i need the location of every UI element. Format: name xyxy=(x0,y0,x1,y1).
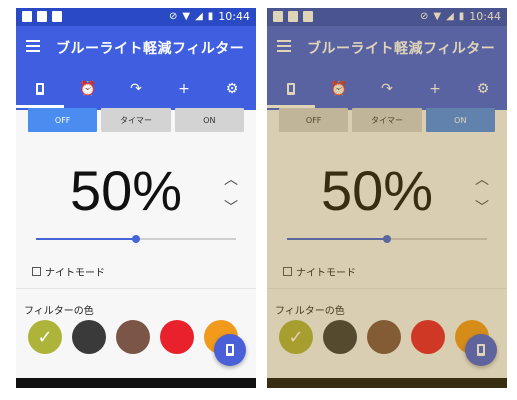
location-icon xyxy=(52,11,62,22)
tab-alarm[interactable]: ⏰ xyxy=(315,70,363,108)
tab-bar: ⏰ ↷ + ⚙ xyxy=(267,70,507,108)
filter-colors-label: フィルターの色 xyxy=(24,306,94,317)
divider xyxy=(267,288,507,289)
gear-icon: ⚙ xyxy=(225,81,239,97)
color-swatches: ✓ xyxy=(279,320,489,354)
mode-buttons: OFF タイマー ON xyxy=(28,108,244,132)
color-swatch[interactable] xyxy=(411,320,445,354)
off-button[interactable]: OFF xyxy=(279,108,349,132)
status-bar: ⊘ ▼ ◢ ▮ 10:44 xyxy=(267,8,507,26)
alarm-icon: ⏰ xyxy=(330,81,348,97)
night-mode-checkbox[interactable] xyxy=(32,267,41,276)
night-mode-label: ナイトモード xyxy=(45,268,105,279)
chevron-up-icon[interactable]: ︿ xyxy=(224,166,238,194)
filter-colors-label: フィルターの色 xyxy=(275,306,345,317)
percent-display: 50% xyxy=(69,159,183,222)
plus-icon: + xyxy=(178,81,190,97)
wifi-icon: ▼ xyxy=(433,11,442,22)
night-mode-row[interactable]: ナイトモード xyxy=(283,264,356,279)
do-not-disturb-icon: ⊘ xyxy=(419,11,429,22)
tab-add[interactable]: + xyxy=(411,70,459,108)
page-title: ブルーライト軽減フィルター xyxy=(307,41,496,57)
on-button[interactable]: ON xyxy=(174,108,244,132)
slider-fill xyxy=(287,238,387,240)
status-bar: ⊘ ▼ ◢ ▮ 10:44 xyxy=(16,8,256,26)
phone-icon xyxy=(287,83,295,95)
redo-icon: ↷ xyxy=(130,81,142,97)
notification-icon xyxy=(37,11,47,22)
tab-filter[interactable] xyxy=(267,70,315,108)
slider-handle[interactable] xyxy=(383,235,391,243)
navigation-bar xyxy=(16,378,256,388)
timer-button[interactable]: タイマー xyxy=(101,108,171,132)
color-swatch[interactable] xyxy=(160,320,194,354)
battery-icon: ▮ xyxy=(207,11,214,22)
percent-stepper: ︿ ﹀ xyxy=(224,166,238,222)
do-not-disturb-icon: ⊘ xyxy=(168,11,178,22)
phone-icon xyxy=(477,344,485,356)
app-bar: ブルーライト軽減フィルター ⏰ ↷ + ⚙ xyxy=(16,26,256,110)
check-icon: ✓ xyxy=(288,326,304,348)
page-title: ブルーライト軽減フィルター xyxy=(56,41,245,57)
gear-icon: ⚙ xyxy=(476,81,490,97)
percent-stepper: ︿ ﹀ xyxy=(475,166,489,222)
percent-display: 50% xyxy=(320,159,434,222)
notification-icon xyxy=(22,11,32,22)
notification-icon xyxy=(273,11,283,22)
redo-icon: ↷ xyxy=(381,81,393,97)
tab-add[interactable]: + xyxy=(160,70,208,108)
night-mode-row[interactable]: ナイトモード xyxy=(32,264,105,279)
tab-settings[interactable]: ⚙ xyxy=(208,70,256,108)
phone-screen-on: ⊘ ▼ ◢ ▮ 10:44 ブルーライト軽減フィルター ⏰ ↷ + ⚙ OFF … xyxy=(267,8,507,388)
alarm-icon: ⏰ xyxy=(79,81,97,97)
status-time: 10:44 xyxy=(218,10,250,23)
phone-screen-off: ⊘ ▼ ◢ ▮ 10:44 ブルーライト軽減フィルター ⏰ ↷ + ⚙ OFF … xyxy=(16,8,256,388)
color-swatch[interactable] xyxy=(116,320,150,354)
color-swatch[interactable] xyxy=(323,320,357,354)
fab-button[interactable] xyxy=(214,334,246,366)
intensity-slider[interactable] xyxy=(287,235,487,243)
on-button[interactable]: ON xyxy=(425,108,495,132)
night-mode-label: ナイトモード xyxy=(296,268,356,279)
color-swatches: ✓ xyxy=(28,320,238,354)
color-swatch[interactable] xyxy=(72,320,106,354)
notification-icon xyxy=(288,11,298,22)
tab-redo[interactable]: ↷ xyxy=(112,70,160,108)
wifi-icon: ▼ xyxy=(182,11,191,22)
intensity-slider[interactable] xyxy=(36,235,236,243)
phone-icon xyxy=(36,83,44,95)
tab-settings[interactable]: ⚙ xyxy=(459,70,507,108)
slider-handle[interactable] xyxy=(132,235,140,243)
phone-icon xyxy=(226,344,234,356)
mode-buttons: OFF タイマー ON xyxy=(279,108,495,132)
status-time: 10:44 xyxy=(469,10,501,23)
off-button[interactable]: OFF xyxy=(28,108,98,132)
color-swatch[interactable] xyxy=(367,320,401,354)
divider xyxy=(16,288,256,289)
color-swatch[interactable]: ✓ xyxy=(279,320,313,354)
tab-redo[interactable]: ↷ xyxy=(363,70,411,108)
app-bar: ブルーライト軽減フィルター ⏰ ↷ + ⚙ xyxy=(267,26,507,110)
fab-button[interactable] xyxy=(465,334,497,366)
slider-fill xyxy=(36,238,136,240)
chevron-up-icon[interactable]: ︿ xyxy=(475,166,489,194)
night-mode-checkbox[interactable] xyxy=(283,267,292,276)
navigation-bar xyxy=(267,378,507,388)
tab-bar: ⏰ ↷ + ⚙ xyxy=(16,70,256,108)
color-swatch[interactable]: ✓ xyxy=(28,320,62,354)
check-icon: ✓ xyxy=(37,326,53,348)
signal-icon: ◢ xyxy=(446,11,454,22)
signal-icon: ◢ xyxy=(195,11,203,22)
tab-filter[interactable] xyxy=(16,70,64,108)
plus-icon: + xyxy=(429,81,441,97)
chevron-down-icon[interactable]: ﹀ xyxy=(475,194,489,222)
menu-icon[interactable] xyxy=(26,40,40,52)
battery-icon: ▮ xyxy=(458,11,465,22)
location-icon xyxy=(303,11,313,22)
tab-alarm[interactable]: ⏰ xyxy=(64,70,112,108)
timer-button[interactable]: タイマー xyxy=(352,108,422,132)
chevron-down-icon[interactable]: ﹀ xyxy=(224,194,238,222)
menu-icon[interactable] xyxy=(277,40,291,52)
